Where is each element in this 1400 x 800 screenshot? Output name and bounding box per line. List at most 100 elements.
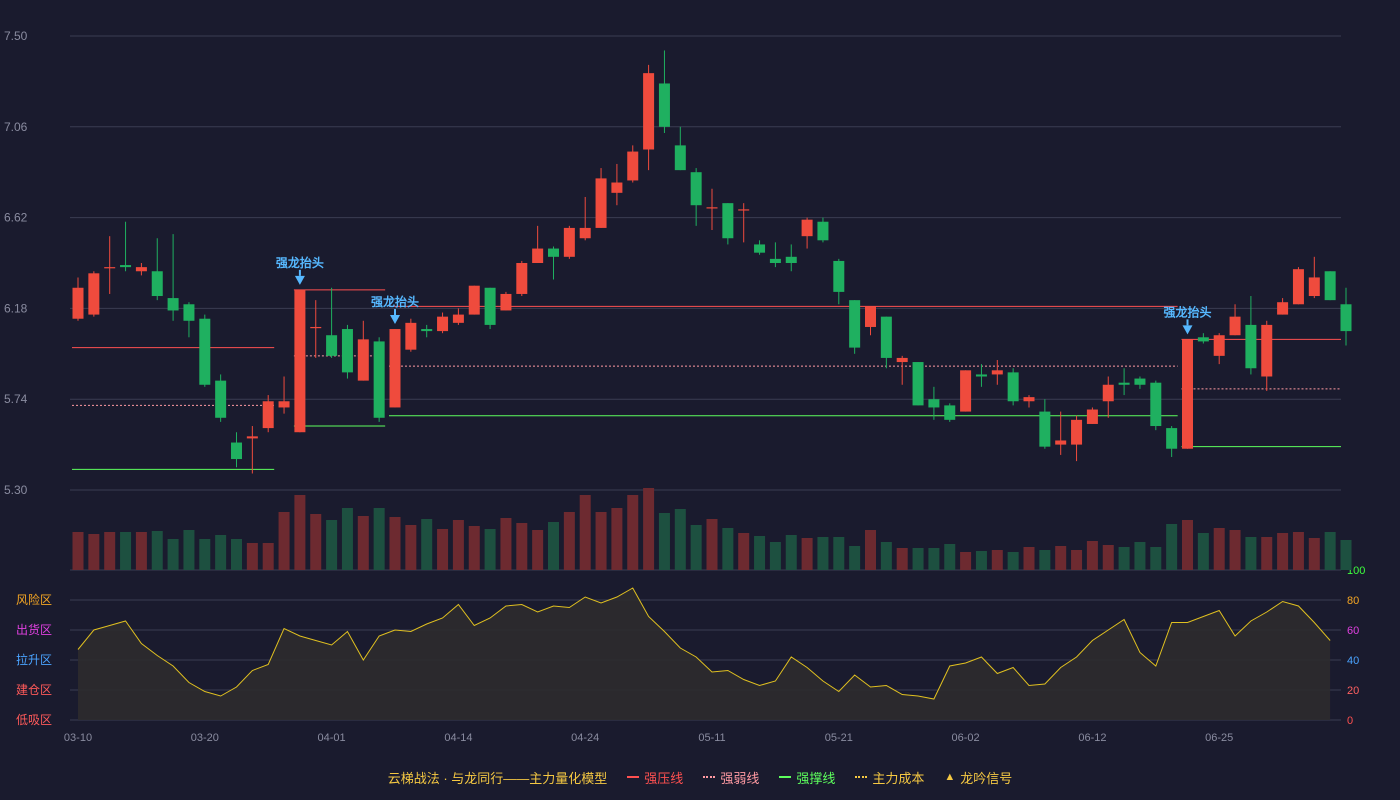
candle-body <box>1166 428 1178 449</box>
candle-body <box>1197 337 1209 342</box>
candle-body <box>135 267 147 272</box>
volume-bar <box>563 512 575 570</box>
volume-bar <box>500 518 512 570</box>
candle-body <box>1023 397 1035 402</box>
volume-bar <box>183 530 195 570</box>
candle-body <box>1086 409 1098 424</box>
volume-bar <box>1007 552 1019 570</box>
oscillator-tick-label: 40 <box>1347 655 1359 667</box>
candle-body <box>595 178 607 228</box>
volume-bar <box>516 523 528 570</box>
legend-label: 强撑线 <box>796 770 836 786</box>
legend-item-dragon-signal[interactable]: ▲ 龙吟信号 <box>944 768 1012 787</box>
volume-bar <box>1134 542 1146 570</box>
volume-bar <box>643 488 655 570</box>
candle-body <box>944 405 956 420</box>
volume-bar <box>1261 537 1273 570</box>
candle-body <box>294 289 306 433</box>
legend-swatch-dotted-yellow <box>855 776 868 778</box>
zone-label: 出货区 <box>16 622 52 637</box>
volume-bar <box>120 532 132 570</box>
volume-bar <box>627 495 639 570</box>
candle-body <box>611 182 623 193</box>
volume-bar <box>1324 532 1336 570</box>
candle-body <box>1055 440 1067 445</box>
volume-bar <box>896 548 908 570</box>
candle-body <box>738 209 750 211</box>
legend-item-support-line[interactable]: 强撑线 <box>779 768 835 787</box>
price-tick-label: 6.18 <box>4 301 28 315</box>
volume-bar <box>294 495 306 570</box>
legend-swatch-solid-green <box>779 776 792 778</box>
volume-bar <box>1055 546 1067 570</box>
candle-body <box>199 318 211 385</box>
legend-label: 主力成本 <box>872 770 925 786</box>
volume-bar <box>72 532 84 570</box>
volume-bar <box>1023 547 1035 570</box>
legend-item-main-cost[interactable]: 主力成本 <box>855 768 924 787</box>
volume-bar <box>231 539 242 570</box>
zone-label: 低吸区 <box>16 713 52 727</box>
volume-bar <box>468 526 480 570</box>
candle-body <box>1277 302 1289 315</box>
candle-body <box>928 399 940 408</box>
x-tick-label: 04-01 <box>318 732 346 744</box>
price-tick-label: 7.50 <box>4 29 28 43</box>
volume-bar <box>357 516 369 570</box>
candle-body <box>1292 269 1304 305</box>
volume-bar <box>769 542 781 570</box>
legend-item-weak-line[interactable]: 强弱线 <box>703 768 759 787</box>
signal-arrow-icon <box>294 275 305 285</box>
volume-bar <box>421 519 433 570</box>
signal-arrow-icon <box>1182 325 1193 335</box>
legend-label: 强弱线 <box>720 770 760 786</box>
candle-body <box>912 362 924 406</box>
legend-item-strong-resistance[interactable]: 强压线 <box>627 768 683 787</box>
candle-body <box>1308 277 1320 297</box>
volume-bar <box>548 522 559 570</box>
volume-bar <box>215 535 227 570</box>
volume-bar <box>1102 545 1114 570</box>
volume-bar <box>595 512 607 570</box>
volume-bar <box>1197 533 1209 570</box>
signal-label: 强龙抬头 <box>371 294 419 309</box>
candle-body <box>754 244 766 253</box>
volume-bar <box>199 539 211 570</box>
candle-body <box>373 341 385 418</box>
zone-label: 风险区 <box>16 592 52 607</box>
candle-body <box>1102 384 1114 402</box>
candle-body <box>722 203 734 239</box>
volume-bar <box>1118 547 1130 570</box>
volume-bar <box>849 546 861 570</box>
candle-body <box>1261 324 1273 377</box>
volume-bar <box>532 530 544 570</box>
candle-body <box>674 145 686 171</box>
volume-bar <box>1086 541 1098 570</box>
candle-body <box>880 316 892 358</box>
volume-bar <box>1182 520 1193 570</box>
candle-body <box>1245 324 1257 369</box>
volume-bar <box>817 537 829 570</box>
chart-canvas[interactable]: 7.507.066.626.185.745.30100806040200风险区出… <box>0 0 1400 762</box>
volume-bar <box>690 525 702 570</box>
volume-bar <box>389 517 401 570</box>
legend-model-title: 云梯战法 · 与龙同行——主力量化模型 <box>387 770 608 786</box>
candle-body <box>817 221 829 241</box>
chart-legend: 云梯战法 · 与龙同行——主力量化模型 强压线 强弱线 强撑线 主力成本 ▲ 龙… <box>0 766 1400 788</box>
candlestick-chart[interactable]: 7.50 7.06 6.62 6.18 5.74 5.30 100 80 60 40 20 0 风险区出… <box>0 0 1400 800</box>
candle-body <box>151 271 163 297</box>
candle-body <box>1007 372 1019 402</box>
volume-bar <box>452 520 464 570</box>
volume-bar <box>833 537 845 570</box>
volume-bar <box>1340 540 1352 570</box>
volume-bar <box>865 530 876 570</box>
candle-body <box>1134 378 1146 385</box>
x-tick-label: 04-14 <box>444 732 472 744</box>
candle-body <box>896 357 908 363</box>
signal-label: 强龙抬头 <box>1163 304 1211 319</box>
candle-body <box>627 151 639 181</box>
volume-bar <box>1229 530 1241 570</box>
volume-bar <box>1292 532 1304 570</box>
candle-body <box>326 335 338 356</box>
candle-body <box>357 339 369 381</box>
